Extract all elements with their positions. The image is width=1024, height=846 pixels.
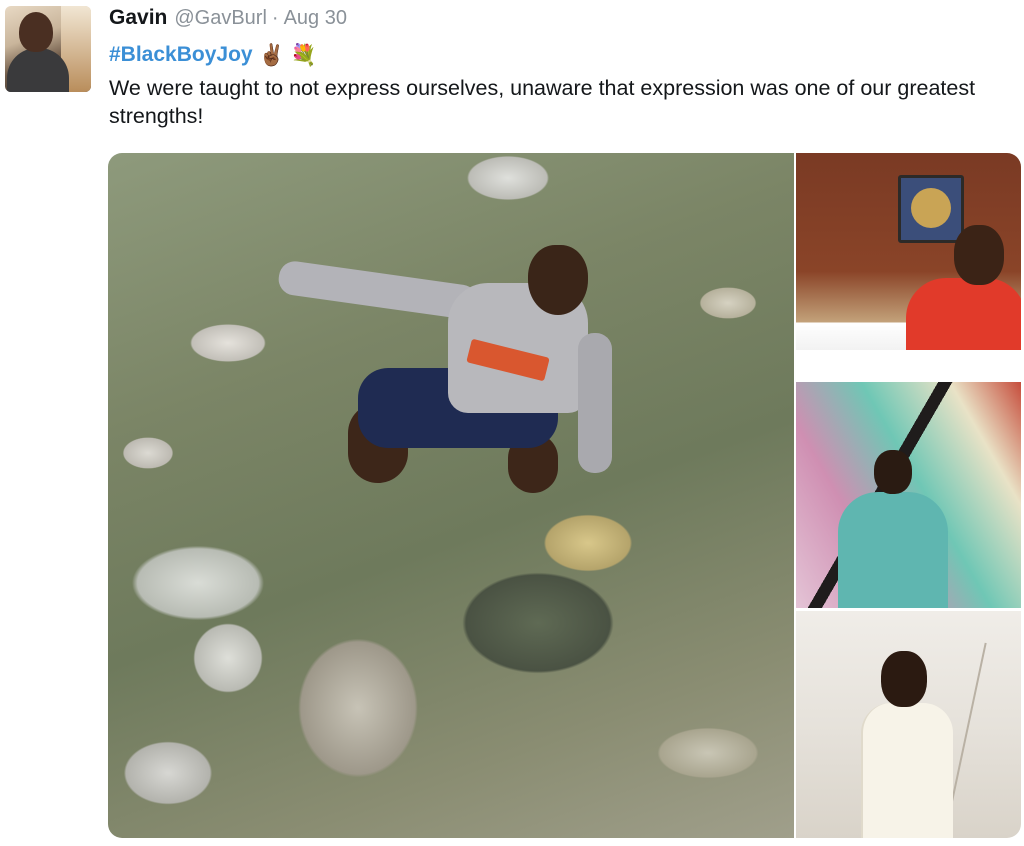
photo-figure-head (528, 245, 588, 315)
photo-figure-head (874, 450, 912, 494)
photo-river[interactable] (108, 153, 794, 838)
photo-figure-head (881, 651, 927, 707)
user-handle[interactable]: @GavBurl (174, 7, 267, 30)
photo-mural[interactable] (796, 382, 1021, 608)
tweet-header: Gavin @GavBurl · Aug 30 (109, 6, 347, 34)
hashtag-link[interactable]: #BlackBoyJoy (109, 43, 253, 67)
photo-figure-arm (578, 333, 612, 473)
photo-courtroom[interactable] (796, 153, 1021, 350)
photo-wall[interactable] (796, 611, 1021, 838)
wall-crack (947, 642, 987, 820)
photo-figure-shirt (906, 278, 1021, 350)
photo-figure-head (954, 225, 1004, 285)
photo-figure-shirt (838, 492, 948, 608)
avatar[interactable] (5, 6, 91, 92)
display-name[interactable]: Gavin (109, 6, 167, 30)
victory-hand-emoji-icon: ✌🏾 (258, 43, 285, 67)
tweet-date[interactable]: Aug 30 (284, 7, 347, 30)
avatar-body (7, 48, 69, 92)
photo-figure-shirt (861, 703, 953, 838)
media-grid (108, 153, 1021, 838)
tweet: Gavin @GavBurl · Aug 30 #BlackBoyJoy ✌🏾 … (0, 0, 1024, 846)
seal-emblem-icon (911, 188, 951, 228)
separator-dot: · (271, 7, 279, 29)
hashtag-line: #BlackBoyJoy ✌🏾 💐 (109, 40, 317, 70)
seal-plaque (898, 175, 964, 243)
avatar-head (19, 12, 53, 52)
tweet-text: We were taught to not express ourselves,… (109, 76, 976, 128)
bouquet-emoji-icon: 💐 (290, 43, 317, 67)
